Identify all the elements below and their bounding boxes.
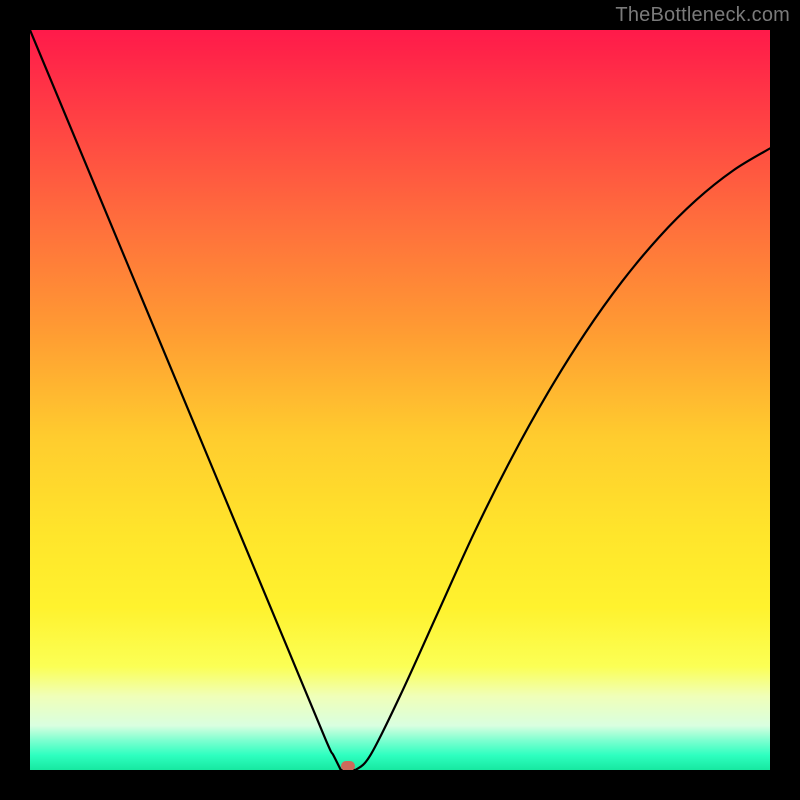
watermark-text: TheBottleneck.com xyxy=(615,4,790,27)
bottleneck-curve xyxy=(30,30,770,770)
plot-area xyxy=(30,30,770,770)
optimal-point-marker xyxy=(341,761,355,770)
chart-frame: TheBottleneck.com xyxy=(0,0,800,800)
